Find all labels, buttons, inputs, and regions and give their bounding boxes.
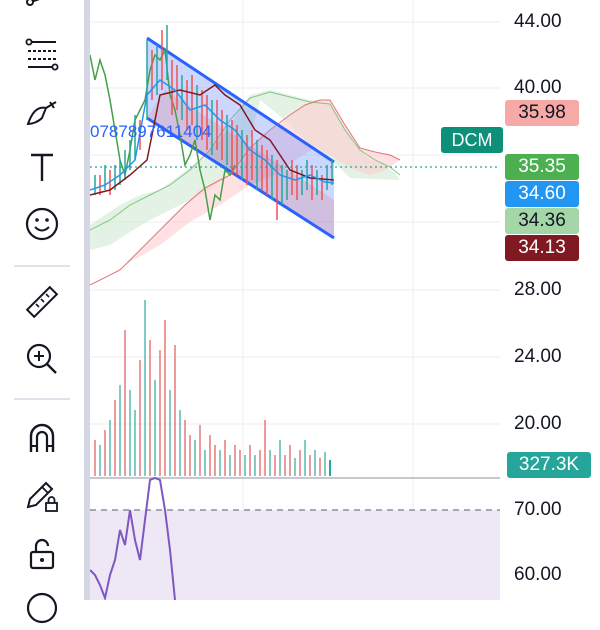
toolbar-divider: [14, 398, 70, 400]
fib-icon: [25, 38, 59, 71]
brush-icon: [26, 101, 57, 126]
last-price-tag: 35.35: [505, 154, 579, 180]
zoom-in-icon: [26, 343, 57, 374]
magnet-tool[interactable]: [14, 416, 70, 460]
circle-icon: [26, 592, 58, 624]
chart-pane[interactable]: [90, 0, 500, 600]
ruler-icon: [25, 285, 59, 319]
volume-tag: 327.3K: [507, 452, 591, 478]
price-tag-label: 35.35: [518, 156, 566, 177]
price-tag-label: 35.98: [518, 102, 566, 123]
price-tag-label: 34.36: [518, 210, 566, 231]
magnet-icon: [29, 423, 55, 452]
price-tag-label: 34.13: [518, 237, 566, 258]
unlock-icon: [29, 538, 55, 570]
base-line-tag: 34.13: [505, 235, 579, 261]
volume-bars: [94, 300, 331, 476]
fib-tool[interactable]: [14, 31, 70, 75]
rsi-axis-tick: 60.00: [514, 564, 562, 585]
text-tool[interactable]: [14, 145, 70, 189]
price-axis-tick: 20.00: [514, 413, 562, 434]
price-tag-label: 34.60: [518, 183, 566, 204]
drawing-toolbar: [0, 0, 84, 624]
toolbar-divider: [14, 265, 70, 267]
ruler-tool[interactable]: [14, 280, 70, 324]
text-icon: [31, 153, 53, 181]
lock-all-tool[interactable]: [14, 532, 70, 576]
price-axis-tick: 28.00: [514, 279, 562, 300]
emoji-tool[interactable]: [14, 202, 70, 246]
trend-line-tool[interactable]: [14, 0, 70, 32]
more-tools[interactable]: [14, 586, 70, 630]
price-axis-tick: 40.00: [514, 77, 562, 98]
cloud-span-a-tag: 34.36: [505, 208, 579, 234]
price-axis-tick: 24.00: [514, 346, 562, 367]
emoji-icon: [25, 207, 59, 241]
price-axis-tick: 44.00: [514, 11, 562, 32]
rsi-band: [90, 510, 500, 600]
zoom-in-tool[interactable]: [14, 337, 70, 381]
conversion-line-tag: 34.60: [505, 181, 579, 207]
line-tool-icon: [26, 0, 40, 6]
cloud-span-b-tag: 35.98: [505, 100, 579, 126]
volume-tag-label: 327.3K: [518, 454, 580, 475]
rsi-axis-tick: 70.00: [514, 499, 562, 520]
lock-drawing-tool[interactable]: [14, 473, 70, 517]
brush-tool[interactable]: [14, 88, 70, 132]
overlay-id-text: 0787897611404: [90, 122, 212, 141]
pencil-lock-icon: [26, 481, 58, 512]
symbol-tag[interactable]: DCM: [441, 127, 503, 153]
